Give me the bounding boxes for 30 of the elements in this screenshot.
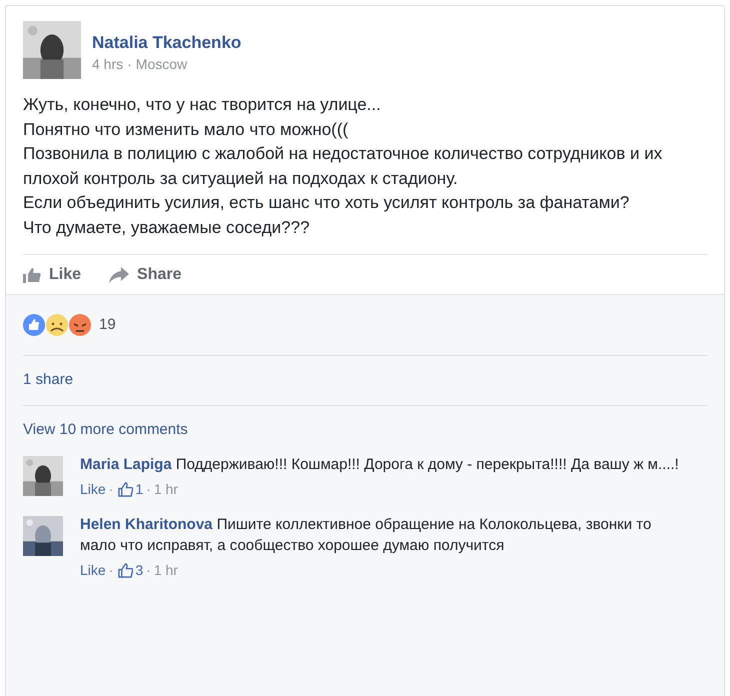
separator-dot: · xyxy=(108,480,114,499)
post-text: Что думаете, уважаемые соседи??? xyxy=(23,216,311,238)
view-more-comments-link[interactable]: View 10 more comments xyxy=(23,421,188,438)
comment-text: Helen Kharitonova Пишите коллективное обращение на Колокольцева, звонки то мало что исправят, а сообщество хорошее думаю получится xyxy=(80,515,652,556)
post-location[interactable]: Moscow xyxy=(136,54,188,74)
commenter-name[interactable]: Helen Kharitonova xyxy=(80,516,213,533)
separator-dot: · xyxy=(127,55,132,74)
thumbs-up-icon xyxy=(118,563,134,578)
post-text: Если объединить усилия, есть шанс что хоть усилят контроль за фанатами? xyxy=(23,192,630,214)
separator-dot: · xyxy=(146,480,151,499)
like-count: 3 xyxy=(135,561,144,580)
separator-dot: · xyxy=(146,561,151,580)
reaction-count[interactable]: 19 xyxy=(99,314,116,336)
comment-like-link[interactable]: Like xyxy=(80,479,106,500)
like-button[interactable]: Like xyxy=(23,262,82,286)
commenter-name[interactable]: Maria Lapiga xyxy=(80,456,172,473)
share-button[interactable]: Share xyxy=(109,262,182,286)
comment-text: Maria Lapiga Поддерживаю!!! Кошмар!!! Дорога к дому - перекрыта!!!! Да вашу ж м....! xyxy=(80,455,680,475)
post-text: Жуть, конечно, что у нас творится на улице... xyxy=(23,94,382,116)
thumbs-up-icon xyxy=(23,266,41,282)
post-text: Позвонила в полицию с жалобой на недостаточное количество сотрудников и их плохой контроль за ситуацией на подходах к стадиону. xyxy=(23,143,663,190)
thumbs-up-icon xyxy=(118,482,134,497)
like-count: 1 xyxy=(135,480,144,499)
comment-like-link[interactable]: Like xyxy=(80,560,106,581)
post-text: Понятно что изменить мало что можно((( xyxy=(23,118,350,140)
separator-dot: · xyxy=(108,561,114,580)
author-name[interactable]: Natalia Tkachenko xyxy=(92,32,242,54)
post-time[interactable]: 4 hrs xyxy=(92,54,124,74)
share-arrow-icon xyxy=(109,266,130,282)
share-count[interactable]: 1 share xyxy=(23,369,74,392)
